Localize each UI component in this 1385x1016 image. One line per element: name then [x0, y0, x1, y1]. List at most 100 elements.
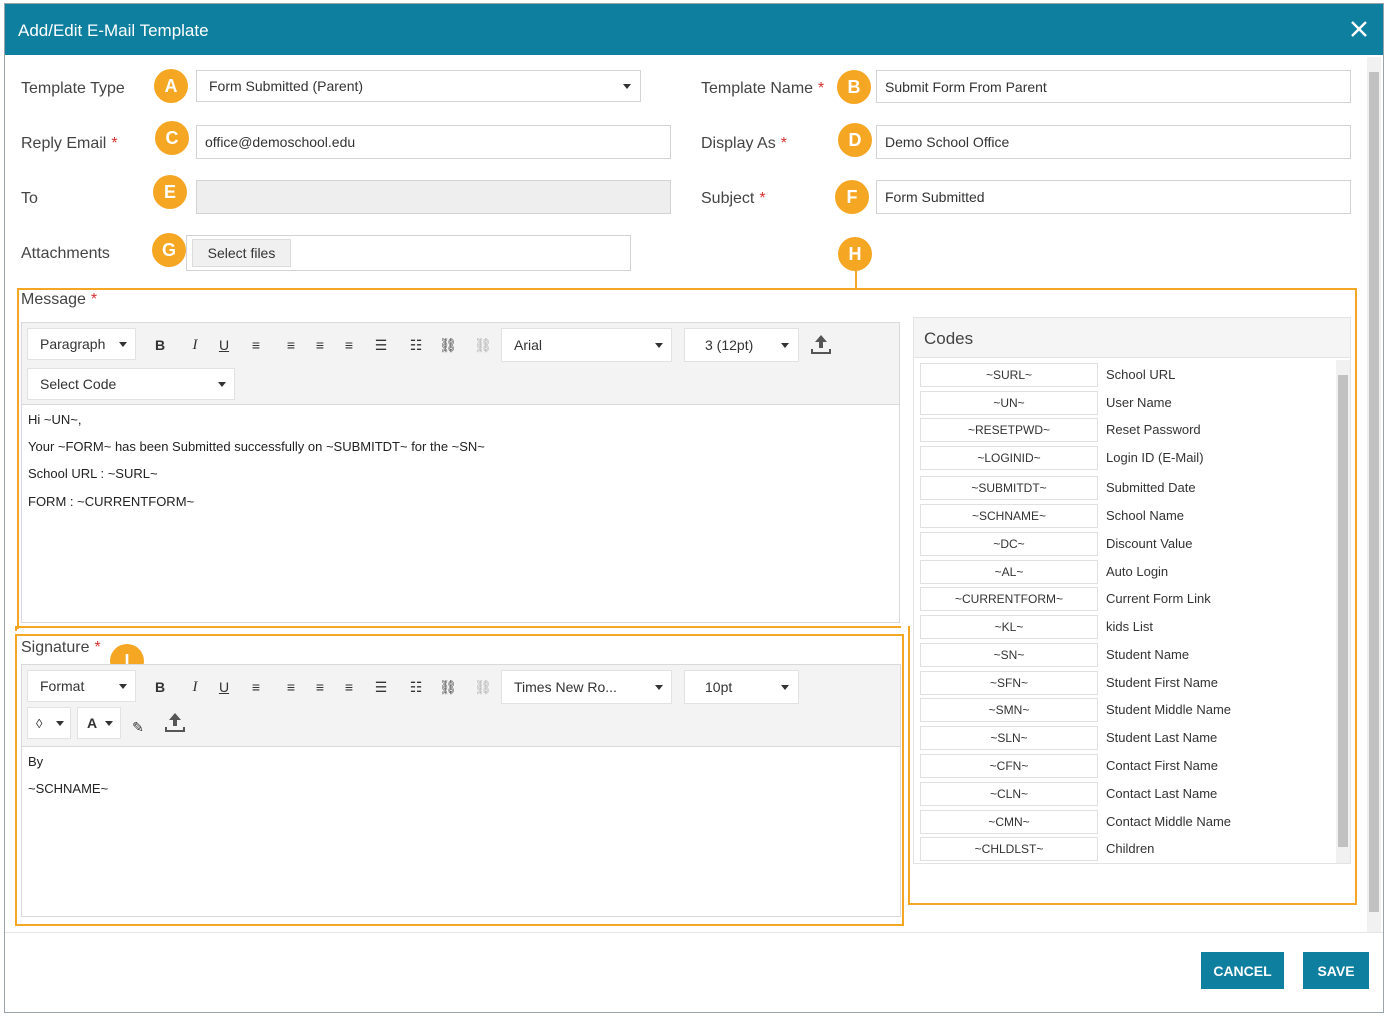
bold-icon[interactable]: B: [150, 677, 170, 697]
cancel-button[interactable]: CANCEL: [1201, 952, 1284, 989]
code-row[interactable]: ~UN~ User Name: [920, 391, 1330, 415]
code-token[interactable]: ~KL~: [920, 615, 1098, 639]
save-button[interactable]: SAVE: [1303, 952, 1369, 989]
footer-divider: [5, 932, 1383, 933]
signature-size-select[interactable]: 10pt: [684, 670, 799, 704]
code-token[interactable]: ~SCHNAME~: [920, 504, 1098, 528]
message-size-select[interactable]: 3 (12pt): [684, 328, 799, 362]
code-row[interactable]: ~DC~ Discount Value: [920, 532, 1330, 556]
code-row[interactable]: ~SUBMITDT~ Submitted Date: [920, 476, 1330, 500]
attachments-dropzone[interactable]: Select files: [186, 235, 631, 271]
bold-icon[interactable]: B: [150, 335, 170, 355]
display-as-input[interactable]: Demo School Office: [876, 125, 1351, 159]
select-files-button[interactable]: Select files: [192, 239, 291, 267]
align-center-icon[interactable]: ≡: [281, 677, 301, 697]
code-row[interactable]: ~SFN~ Student First Name: [920, 671, 1330, 695]
italic-icon[interactable]: I: [185, 335, 205, 355]
code-token[interactable]: ~CURRENTFORM~: [920, 587, 1098, 611]
codes-scrollbar[interactable]: [1336, 360, 1350, 863]
message-line: Your ~FORM~ has been Submitted successfu…: [28, 439, 485, 454]
code-token[interactable]: ~SFN~: [920, 671, 1098, 695]
code-token[interactable]: ~UN~: [920, 391, 1098, 415]
code-row[interactable]: ~CMN~ Contact Middle Name: [920, 810, 1330, 834]
code-row[interactable]: ~SURL~ School URL: [920, 363, 1330, 387]
code-row[interactable]: ~SLN~ Student Last Name: [920, 726, 1330, 750]
code-description: Contact First Name: [1106, 758, 1218, 773]
signature-font-select[interactable]: Times New Ro...: [501, 670, 672, 704]
code-row[interactable]: ~SCHNAME~ School Name: [920, 504, 1330, 528]
code-token[interactable]: ~SLN~: [920, 726, 1098, 750]
dialog-scrollbar-thumb[interactable]: [1369, 72, 1379, 912]
template-name-input[interactable]: Submit Form From Parent: [876, 70, 1351, 103]
code-token[interactable]: ~SMN~: [920, 698, 1098, 722]
text-color-picker[interactable]: A: [77, 707, 121, 739]
badge-a: A: [154, 69, 188, 103]
code-row[interactable]: ~KL~ kids List: [920, 615, 1330, 639]
code-token[interactable]: ~AL~: [920, 560, 1098, 584]
code-row[interactable]: ~CURRENTFORM~ Current Form Link: [920, 587, 1330, 611]
attachments-label: Attachments: [21, 245, 110, 262]
code-token[interactable]: ~CLN~: [920, 782, 1098, 806]
code-token[interactable]: ~LOGINID~: [920, 446, 1098, 470]
droplet-icon: ◊: [36, 715, 43, 731]
code-token[interactable]: ~DC~: [920, 532, 1098, 556]
code-row[interactable]: ~CFN~ Contact First Name: [920, 754, 1330, 778]
align-right-icon[interactable]: ≡: [310, 677, 330, 697]
upload-icon[interactable]: [164, 711, 186, 733]
bullet-list-icon[interactable]: ☰: [371, 335, 391, 355]
code-token[interactable]: ~SN~: [920, 643, 1098, 667]
code-row[interactable]: ~SN~ Student Name: [920, 643, 1330, 667]
justify-icon[interactable]: ≡: [339, 335, 359, 355]
underline-icon[interactable]: U: [214, 677, 234, 697]
code-token[interactable]: ~CFN~: [920, 754, 1098, 778]
align-left-icon[interactable]: ≡: [246, 677, 266, 697]
chevron-down-icon: [119, 342, 127, 347]
code-token[interactable]: ~SUBMITDT~: [920, 476, 1098, 500]
close-icon[interactable]: [1349, 19, 1369, 39]
code-row[interactable]: ~CHLDLST~ Children: [920, 837, 1330, 861]
message-block-format-select[interactable]: Paragraph: [27, 328, 136, 360]
required-mark: *: [818, 80, 825, 97]
code-row[interactable]: ~LOGINID~ Login ID (E-Mail): [920, 446, 1330, 470]
code-token[interactable]: ~SURL~: [920, 363, 1098, 387]
clear-formatting-icon[interactable]: ✎: [128, 717, 148, 737]
link-icon[interactable]: ⛓: [438, 677, 458, 697]
code-row[interactable]: ~AL~ Auto Login: [920, 560, 1330, 584]
signature-body[interactable]: By ~SCHNAME~: [28, 750, 898, 915]
chevron-down-icon: [623, 84, 631, 89]
upload-icon[interactable]: [810, 333, 832, 355]
unlink-icon[interactable]: ⛓: [473, 677, 493, 697]
dialog-scrollbar[interactable]: [1367, 57, 1381, 932]
reply-email-input[interactable]: office@demoschool.edu: [196, 125, 671, 159]
bullet-list-icon[interactable]: ☰: [371, 677, 391, 697]
template-type-value: Form Submitted (Parent): [209, 78, 364, 94]
required-mark: *: [759, 190, 766, 207]
select-code-dropdown[interactable]: Select Code: [27, 368, 235, 400]
code-row[interactable]: ~RESETPWD~ Reset Password: [920, 418, 1330, 442]
reply-email-label-text: Reply Email: [21, 135, 107, 152]
unlink-icon[interactable]: ⛓: [473, 335, 493, 355]
align-right-icon[interactable]: ≡: [310, 335, 330, 355]
code-row[interactable]: ~SMN~ Student Middle Name: [920, 698, 1330, 722]
message-editor: Paragraph B I U ≡ ≡ ≡ ≡ ☰ ☷ ⛓ ⛓ Arial 3 …: [21, 322, 900, 623]
template-type-select[interactable]: Form Submitted (Parent): [196, 70, 641, 102]
link-icon[interactable]: ⛓: [438, 335, 458, 355]
message-body[interactable]: Hi ~UN~, Your ~FORM~ has been Submitted …: [28, 408, 898, 621]
numbered-list-icon[interactable]: ☷: [406, 677, 426, 697]
codes-scrollbar-thumb[interactable]: [1338, 375, 1348, 847]
align-center-icon[interactable]: ≡: [281, 335, 301, 355]
align-left-icon[interactable]: ≡: [246, 335, 266, 355]
code-token[interactable]: ~CMN~: [920, 810, 1098, 834]
subject-input[interactable]: Form Submitted: [876, 180, 1351, 214]
signature-block-format-select[interactable]: Format: [27, 670, 136, 702]
background-color-picker[interactable]: ◊: [27, 707, 71, 739]
code-row[interactable]: ~CLN~ Contact Last Name: [920, 782, 1330, 806]
code-token[interactable]: ~RESETPWD~: [920, 418, 1098, 442]
code-token[interactable]: ~CHLDLST~: [920, 837, 1098, 861]
message-font-select[interactable]: Arial: [501, 328, 672, 362]
justify-icon[interactable]: ≡: [339, 677, 359, 697]
underline-icon[interactable]: U: [214, 335, 234, 355]
italic-icon[interactable]: I: [185, 677, 205, 697]
numbered-list-icon[interactable]: ☷: [406, 335, 426, 355]
to-input[interactable]: [196, 180, 671, 214]
